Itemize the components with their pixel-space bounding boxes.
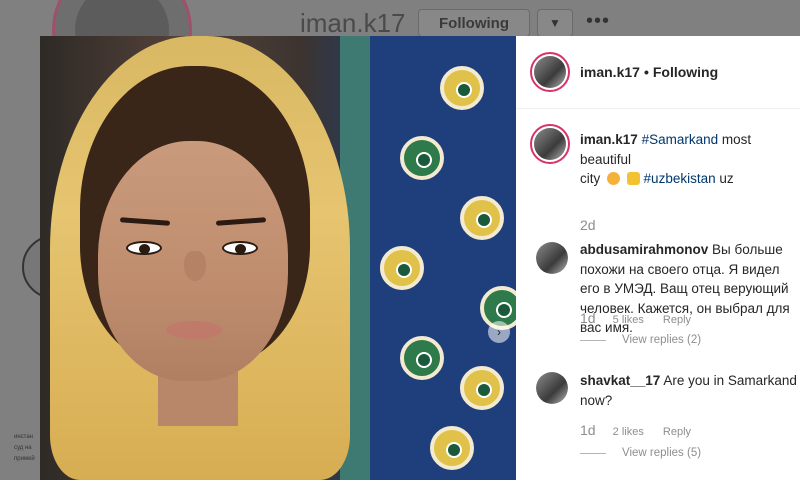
view-replies-label: View replies (5) bbox=[622, 447, 702, 459]
caption-avatar[interactable] bbox=[530, 124, 570, 164]
comment-time: 1d bbox=[580, 422, 596, 438]
comment-meta: 1d 5 likes Reply bbox=[580, 310, 691, 326]
divider-line bbox=[580, 452, 606, 454]
hashtag-samarkand[interactable]: #Samarkand bbox=[642, 132, 719, 147]
view-replies-button[interactable]: View replies (5) bbox=[580, 447, 701, 459]
profile-username: iman.k17 bbox=[300, 8, 406, 38]
post-photo[interactable]: › bbox=[40, 36, 516, 480]
tile-flower bbox=[380, 246, 424, 290]
tile-flower bbox=[400, 136, 444, 180]
author-avatar[interactable] bbox=[530, 52, 570, 92]
chevron-right-icon: › bbox=[497, 325, 501, 339]
caption: iman.k17 #Samarkand most beautiful city … bbox=[580, 130, 800, 189]
following-status[interactable]: Following bbox=[653, 64, 718, 80]
profile-caption-fragment: инстан суд на примей bbox=[14, 434, 35, 462]
commenter-avatar[interactable] bbox=[536, 372, 568, 404]
hashtag-uzbekistan[interactable]: #uzbekistan bbox=[644, 171, 716, 186]
caption-username[interactable]: iman.k17 bbox=[580, 132, 638, 147]
reply-button[interactable]: Reply bbox=[663, 314, 691, 326]
comment-username[interactable]: abdusamirahmonov bbox=[580, 242, 708, 257]
yellow-heart-icon bbox=[626, 172, 640, 185]
profile-dropdown-button[interactable]: ▼ bbox=[537, 9, 573, 37]
comment-time: 1d bbox=[580, 310, 596, 326]
caption-text-2: city bbox=[580, 171, 601, 186]
tile-flower bbox=[430, 426, 474, 470]
author-username[interactable]: iman.k17 bbox=[580, 64, 640, 80]
caption-text-3: uz bbox=[719, 171, 734, 186]
view-replies-label: View replies (2) bbox=[622, 334, 702, 346]
caption-time: 2d bbox=[580, 217, 596, 233]
view-replies-button[interactable]: View replies (2) bbox=[580, 334, 701, 346]
profile-following-button[interactable]: Following bbox=[418, 9, 530, 37]
post-header: iman.k17 • Following bbox=[516, 36, 800, 109]
commenter-avatar[interactable] bbox=[536, 242, 568, 274]
reply-button[interactable]: Reply bbox=[663, 426, 691, 438]
post-header-info: iman.k17 • Following bbox=[580, 64, 718, 80]
post-side-panel: iman.k17 • Following iman.k17 #Samarkand m… bbox=[516, 36, 800, 480]
comment-username[interactable]: shavkat__17 bbox=[580, 373, 660, 388]
face bbox=[98, 141, 288, 381]
tile-flower bbox=[440, 66, 484, 110]
profile-more-button[interactable]: ••• bbox=[586, 10, 610, 33]
tile-flower bbox=[460, 366, 504, 410]
tile-flower bbox=[460, 196, 504, 240]
divider-line bbox=[580, 339, 606, 341]
separator-dot: • bbox=[643, 64, 649, 80]
comment-likes[interactable]: 5 likes bbox=[613, 314, 644, 326]
next-photo-button[interactable]: › bbox=[488, 321, 510, 343]
post-modal: › iman.k17 • Following iman.k17 #Samarkand… bbox=[40, 36, 800, 480]
comment-likes[interactable]: 2 likes bbox=[613, 426, 644, 438]
comment-item: shavkat__17 Are you in Samarkand now? bbox=[580, 371, 800, 410]
tile-flower bbox=[400, 336, 444, 380]
comment-meta: 1d 2 likes Reply bbox=[580, 422, 691, 438]
heart-eyes-emoji-icon bbox=[607, 172, 621, 185]
chevron-down-icon: ▼ bbox=[549, 16, 561, 30]
